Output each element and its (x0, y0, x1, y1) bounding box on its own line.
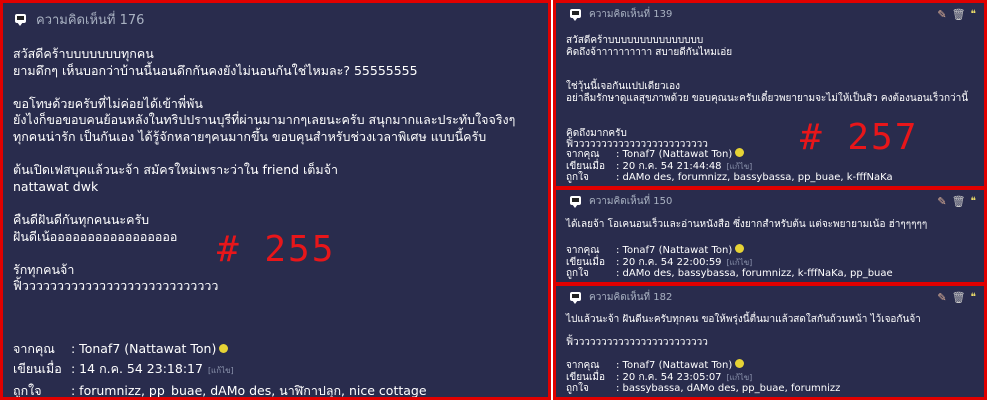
from-row: จากคุณ : Tonaf7 (Nattawat Ton) (566, 244, 893, 257)
written-row: เขียนเมื่อ : 20 ก.ค. 54 22:00:59 [แก้ไข] (566, 257, 893, 269)
comment-actions: ✎ 🗑 ❝ (937, 292, 976, 303)
quote-icon[interactable]: ❝ (971, 292, 976, 303)
written-datetime: : 20 ก.ค. 54 22:00:59 (616, 256, 722, 268)
comment-header: ความคิดเห็นที่ 176 (15, 9, 144, 30)
comment-icon (570, 195, 583, 208)
comment-meta: จากคุณ : Tonaf7 (Nattawat Ton) เขียนเมื่… (566, 148, 893, 184)
from-row: จากคุณ : Tonaf7 (Nattawat Ton) (566, 359, 840, 372)
written-label: เขียนเมื่อ (13, 361, 62, 376)
smiley-icon (219, 344, 229, 353)
comment-number: ความคิดเห็นที่ 139 (589, 9, 673, 20)
comment-icon (15, 13, 28, 26)
comment-actions: ✎ 🗑 ❝ (937, 196, 976, 207)
likes-label: ถูกใจ (13, 383, 42, 398)
smiley-icon (735, 359, 745, 368)
written-datetime: : 20 ก.ค. 54 21:44:48 (616, 160, 722, 172)
likes-label: ถูกใจ (566, 383, 589, 394)
from-label: จากคุณ (566, 149, 600, 160)
written-row: เขียนเมื่อ : 20 ก.ค. 54 21:44:48 [แก้ไข] (566, 161, 893, 173)
likes-row: ถูกใจ : forumnizz, pp_buae, dAMo des, นา… (13, 381, 427, 398)
written-label: เขียนเมื่อ (566, 371, 605, 383)
likes-row: ถูกใจ : dAMo des, bassybassa, forumnizz,… (566, 268, 893, 280)
author-link[interactable]: : Tonaf7 (Nattawat Ton) (616, 245, 732, 257)
likes-label: ถูกใจ (566, 268, 589, 279)
comment-body: ได้เลยจ้า โอเคนอนเร็วและอ่านหนังสือ ซึ่ง… (566, 219, 928, 230)
comment-header: ความคิดเห็นที่ 182 (570, 290, 672, 305)
comment-actions: ✎ 🗑 ❝ (937, 9, 976, 20)
comment-meta: จากคุณ : Tonaf7 (Nattawat Ton) เขียนเมื่… (566, 244, 893, 280)
from-label: จากคุณ (13, 341, 55, 356)
from-row: จากคุณ : Tonaf7 (Nattawat Ton) (566, 148, 893, 161)
edit-link[interactable]: [แก้ไข] (727, 372, 753, 384)
written-row: เขียนเมื่อ : 20 ก.ค. 54 23:05:07 [แก้ไข] (566, 372, 840, 384)
written-label: เขียนเมื่อ (566, 160, 605, 172)
delete-icon[interactable]: 🗑 (952, 196, 966, 207)
edit-icon[interactable]: ✎ (937, 196, 946, 207)
likes-list[interactable]: : dAMo des, forumnizz, bassybassa, pp_bu… (616, 172, 893, 184)
quote-icon[interactable]: ❝ (971, 9, 976, 20)
comment-number: ความคิดเห็นที่ 150 (589, 196, 673, 207)
comment-number: ความคิดเห็นที่ 182 (589, 292, 673, 303)
edit-link[interactable]: [แก้ไข] (727, 161, 753, 173)
from-label: จากคุณ (566, 360, 600, 371)
comment-icon (570, 291, 583, 304)
likes-list[interactable]: : forumnizz, pp_buae, dAMo des, นาฬิกาปล… (71, 381, 427, 397)
likes-list[interactable]: : bassybassa, dAMo des, pp_buae, forumni… (616, 383, 840, 395)
likes-list[interactable]: : dAMo des, bassybassa, forumnizz, k-fff… (616, 268, 893, 280)
comment-header: ความคิดเห็นที่ 150 (570, 194, 672, 209)
comment-body: ไปแล้วนะจ้า ฝันดีนะครับทุกคน ขอให้พรุ่งน… (566, 314, 921, 349)
comment-meta: จากคุณ : Tonaf7 (Nattawat Ton) เขียนเมื่… (566, 359, 840, 395)
smiley-icon (735, 148, 745, 157)
comment-panel-176: ความคิดเห็นที่ 176 สวัสดีคร้าบบบบบบบทุกค… (0, 0, 551, 400)
smiley-icon (735, 244, 745, 253)
written-datetime: : 14 ก.ค. 54 23:18:17 (71, 361, 203, 376)
likes-row: ถูกใจ : dAMo des, forumnizz, bassybassa,… (566, 172, 893, 184)
written-row: เขียนเมื่อ : 14 ก.ค. 54 23:18:17 [แก้ไข] (13, 359, 427, 381)
comment-panel-139: ความคิดเห็นที่ 139 ✎ 🗑 ❝ สวัสดีคร้าบบบบบ… (553, 0, 987, 189)
comment-header: ความคิดเห็นที่ 139 (570, 7, 672, 22)
quote-icon[interactable]: ❝ (971, 196, 976, 207)
edit-link[interactable]: [แก้ไข] (208, 361, 234, 381)
author-link[interactable]: : Tonaf7 (Nattawat Ton) (71, 339, 216, 359)
comment-meta: จากคุณ : Tonaf7 (Nattawat Ton) เขียนเมื่… (13, 339, 427, 398)
likes-row: ถูกใจ : bassybassa, dAMo des, pp_buae, f… (566, 383, 840, 395)
edit-icon[interactable]: ✎ (937, 292, 946, 303)
written-label: เขียนเมื่อ (566, 256, 605, 268)
from-label: จากคุณ (566, 245, 600, 256)
comment-panel-182: ความคิดเห็นที่ 182 ✎ 🗑 ❝ ไปแล้วนะจ้า ฝัน… (553, 283, 987, 400)
comment-icon (570, 8, 583, 21)
author-link[interactable]: : Tonaf7 (Nattawat Ton) (616, 149, 732, 161)
likes-label: ถูกใจ (566, 172, 589, 183)
annotation-label: # 255 (217, 229, 336, 270)
delete-icon[interactable]: 🗑 (952, 9, 966, 20)
edit-link[interactable]: [แก้ไข] (727, 257, 753, 269)
delete-icon[interactable]: 🗑 (952, 292, 966, 303)
comment-number: ความคิดเห็นที่ 176 (36, 13, 145, 28)
from-row: จากคุณ : Tonaf7 (Nattawat Ton) (13, 339, 427, 359)
written-datetime: : 20 ก.ค. 54 23:05:07 (616, 371, 722, 383)
author-link[interactable]: : Tonaf7 (Nattawat Ton) (616, 360, 732, 372)
comment-panel-150: ความคิดเห็นที่ 150 ✎ 🗑 ❝ ได้เลยจ้า โอเคน… (553, 187, 987, 285)
edit-icon[interactable]: ✎ (937, 9, 946, 20)
